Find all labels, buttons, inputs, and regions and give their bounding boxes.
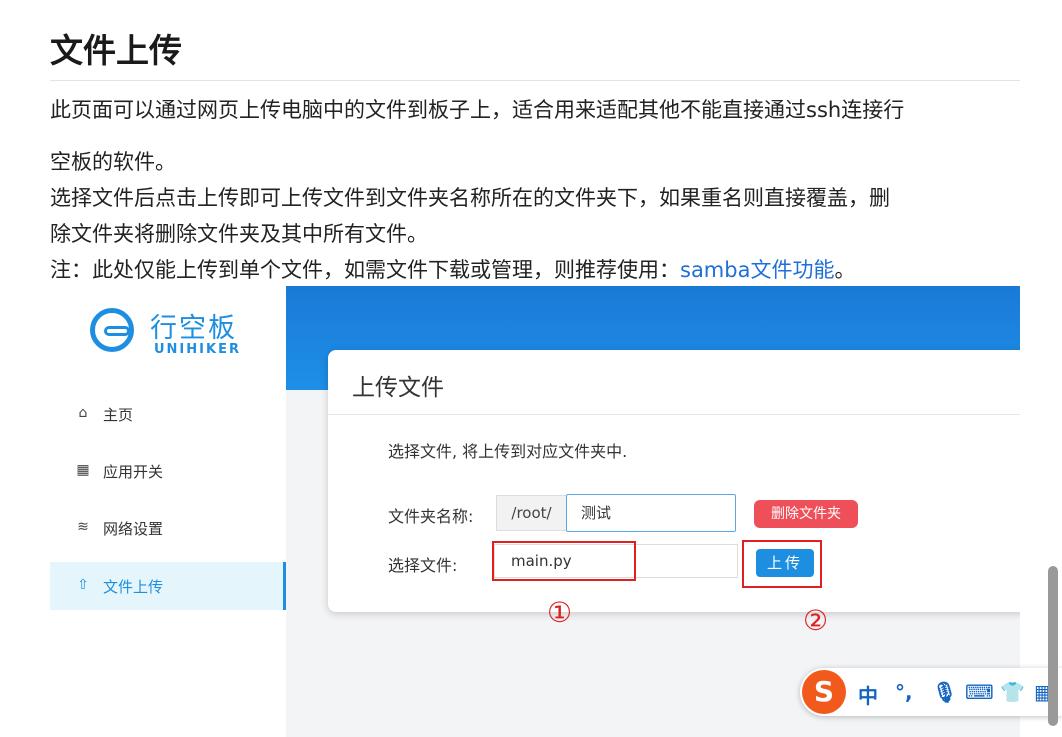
- sidebar-item-label: 主页: [103, 406, 134, 424]
- paragraph-line: 空板的软件。: [50, 150, 176, 174]
- note-text: 注：此处仅能上传到单个文件，如需文件下载或管理，则推荐使用：: [50, 258, 680, 282]
- card-title: 上传文件: [352, 375, 444, 401]
- upload-icon: ⇧: [77, 577, 89, 593]
- sidebar-item-label: 文件上传: [103, 578, 164, 596]
- upload-card: 上传文件 选择文件, 将上传到对应文件夹中. 文件夹名称: /root/ 测试 …: [328, 350, 1020, 612]
- delete-folder-button[interactable]: 删除文件夹: [754, 500, 858, 528]
- scrollbar-thumb[interactable]: [1048, 566, 1058, 726]
- microphone-icon[interactable]: 🎙: [932, 680, 957, 704]
- samba-link[interactable]: samba文件功能: [680, 258, 834, 282]
- keyboard-icon[interactable]: ⌨: [965, 680, 994, 704]
- sidebar: 行空板 UNIHIKER ⌂ 主页 ▦ 应用开关 ≋ 网络设置 ⇧ 文件上传: [50, 286, 286, 737]
- sidebar-item-network[interactable]: ≋ 网络设置: [50, 504, 286, 552]
- grid-icon: ▦: [76, 462, 90, 478]
- logo-text-en: UNIHIKER: [154, 342, 241, 357]
- title-divider: [50, 80, 1020, 81]
- logo-text-cn: 行空板: [150, 313, 237, 344]
- folder-input[interactable]: 测试: [566, 494, 736, 532]
- sogou-logo-icon[interactable]: S: [802, 670, 846, 714]
- wifi-icon: ≋: [77, 519, 89, 535]
- sidebar-item-home[interactable]: ⌂ 主页: [50, 390, 286, 438]
- sidebar-item-apps[interactable]: ▦ 应用开关: [50, 447, 286, 495]
- skin-shirt-icon[interactable]: 👕: [1000, 680, 1025, 704]
- annotation-box-file: [492, 541, 636, 581]
- sidebar-item-upload[interactable]: ⇧ 文件上传: [50, 562, 286, 610]
- file-label: 选择文件:: [388, 556, 458, 575]
- card-description: 选择文件, 将上传到对应文件夹中.: [388, 442, 628, 461]
- note-line: 注：此处仅能上传到单个文件，如需文件下载或管理，则推荐使用：samba文件功能。: [50, 253, 855, 288]
- ime-punctuation-toggle[interactable]: °,: [895, 680, 913, 704]
- folder-prefix: /root/: [496, 495, 566, 531]
- card-divider: [328, 414, 1020, 415]
- home-icon: ⌂: [78, 405, 88, 421]
- logo-bar-shape: [104, 326, 130, 336]
- folder-label: 文件夹名称:: [388, 507, 474, 526]
- ime-toolbar: S 中 °, 🎙 ⌨ 👕 ▦: [800, 668, 1062, 716]
- annotation-marker-2: ②: [803, 604, 829, 637]
- sidebar-item-label: 网络设置: [103, 520, 164, 538]
- annotation-marker-1: ①: [547, 596, 573, 629]
- paragraph-line: 选择文件后点击上传即可上传文件到文件夹名称所在的文件夹下，如果重名则直接覆盖，删: [50, 186, 890, 210]
- paragraph-line: 除文件夹将删除文件夹及其中所有文件。: [50, 222, 428, 246]
- sidebar-item-label: 应用开关: [103, 463, 164, 481]
- note-suffix: 。: [834, 258, 856, 282]
- page-title: 文件上传: [50, 31, 182, 70]
- paragraph-line: 此页面可以通过网页上传电脑中的文件到板子上，适合用来适配其他不能直接通过ssh连…: [50, 98, 905, 122]
- ime-mode-toggle[interactable]: 中: [858, 680, 878, 709]
- annotation-box-upload: [742, 540, 822, 588]
